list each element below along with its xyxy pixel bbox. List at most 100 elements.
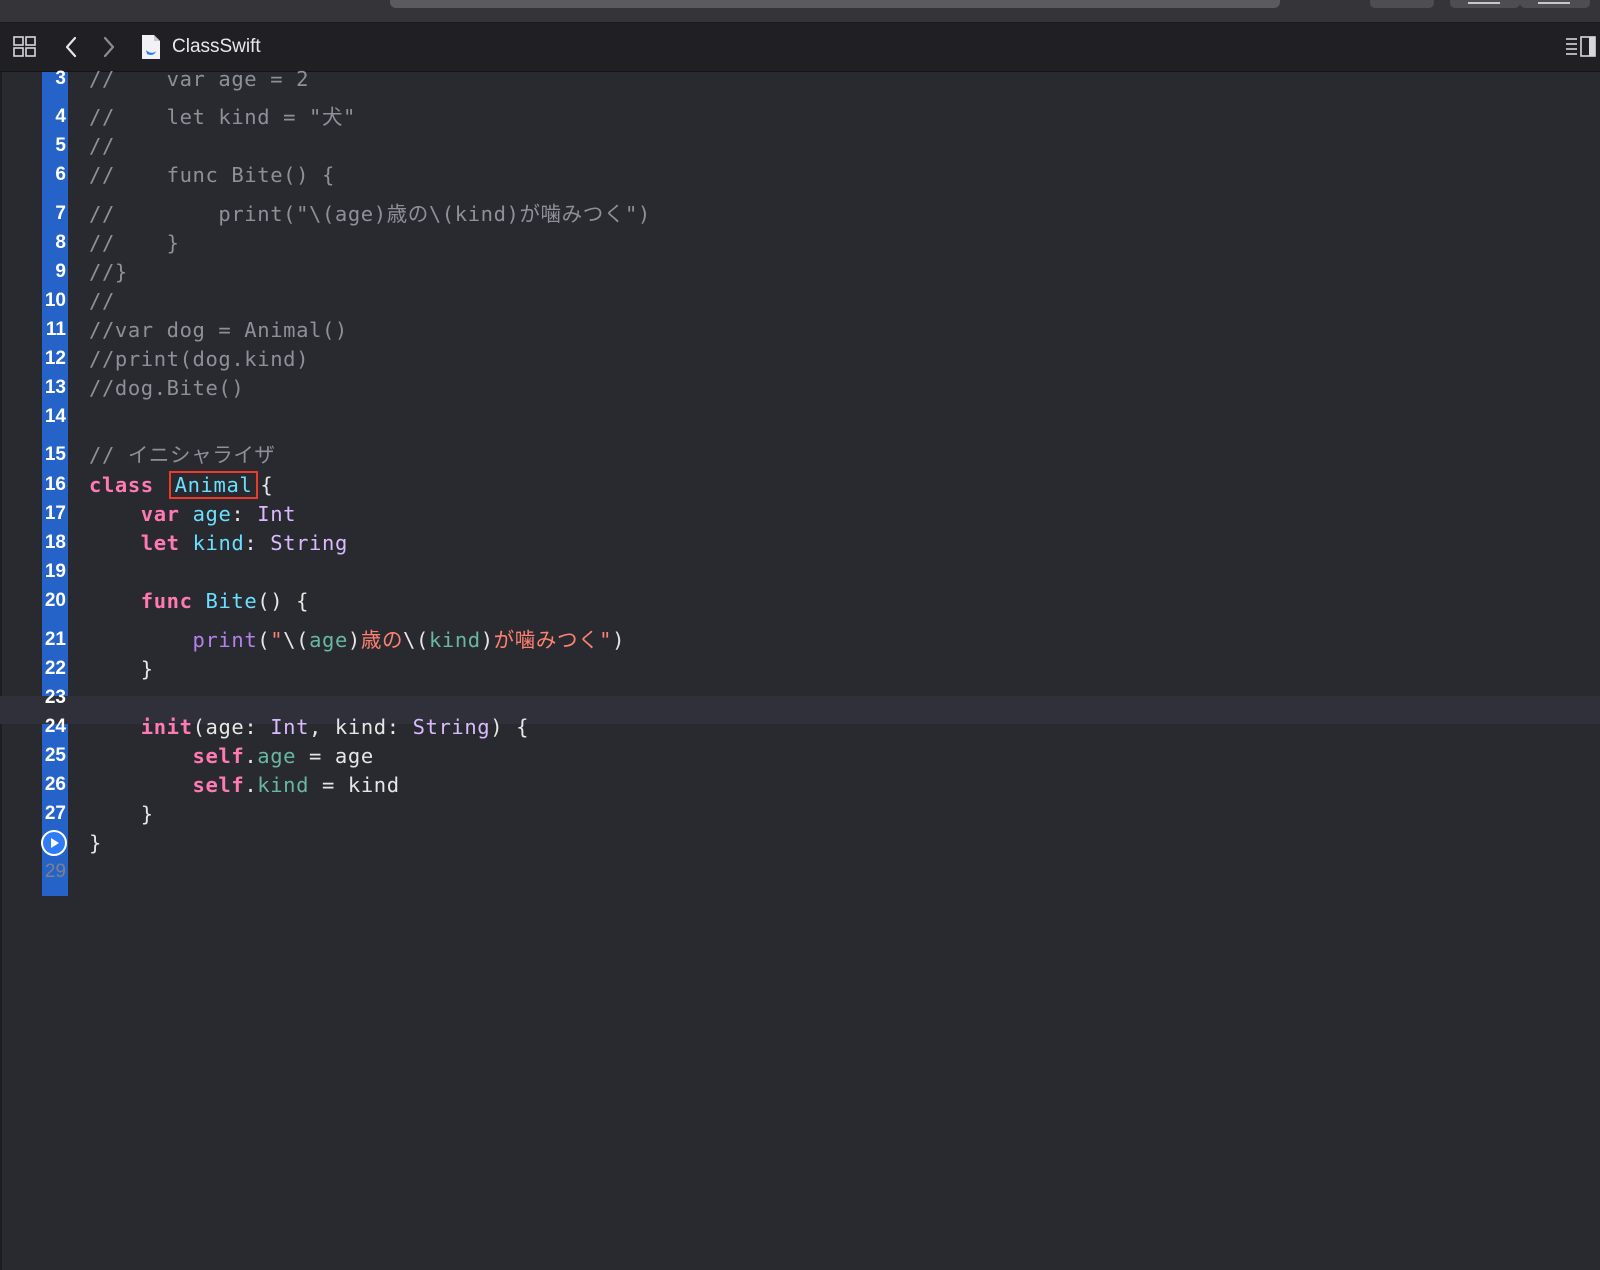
line-number: 11 bbox=[45, 319, 66, 340]
code-token: } bbox=[89, 831, 102, 855]
code-token: () { bbox=[257, 589, 310, 613]
code-line[interactable]: 9 //} bbox=[0, 257, 1600, 287]
code-token: { bbox=[260, 473, 274, 497]
code-text: // } bbox=[89, 228, 180, 258]
code-token: init bbox=[140, 715, 193, 739]
code-line[interactable]: 18 let kind: String bbox=[0, 528, 1600, 558]
code-token: //} bbox=[89, 260, 128, 284]
code-line[interactable]: 8 // } bbox=[0, 228, 1600, 258]
line-number: 10 bbox=[44, 290, 66, 311]
line-number: 3 bbox=[55, 68, 66, 89]
line-number: 7 bbox=[55, 203, 66, 224]
line-number: 13 bbox=[44, 377, 66, 398]
line-number: 8 bbox=[55, 232, 66, 253]
toolbar-layout-button[interactable] bbox=[1450, 0, 1520, 8]
code-line[interactable]: 29 bbox=[0, 857, 1600, 887]
code-token: kind bbox=[428, 628, 481, 652]
code-token: age bbox=[257, 744, 297, 768]
run-playground-icon[interactable] bbox=[41, 830, 67, 856]
code-line[interactable]: } bbox=[0, 828, 1600, 858]
code-token: . bbox=[244, 773, 258, 797]
code-token: \( bbox=[403, 628, 429, 652]
line-number: 6 bbox=[55, 164, 66, 185]
code-text: // print("\(age)歳の\(kind)が噛みつく") bbox=[89, 199, 651, 229]
chevron-left-icon[interactable] bbox=[58, 35, 84, 59]
code-text: self.kind = kind bbox=[89, 770, 400, 800]
code-token: = kind bbox=[309, 773, 400, 797]
line-number: 24 bbox=[44, 716, 66, 737]
code-text: // func Bite() { bbox=[89, 160, 335, 190]
code-line[interactable]: 3 // var age = 2 bbox=[0, 64, 1600, 94]
code-line[interactable]: 5 // bbox=[0, 131, 1600, 161]
code-token: 歳の bbox=[360, 628, 404, 652]
source-editor[interactable]: 3 // var age = 2 4 // let kind = "犬" 5 // 6 // … bbox=[0, 67, 1600, 1270]
code-line[interactable]: 15 // イニシャライザ bbox=[0, 440, 1600, 470]
code-token: ) bbox=[480, 628, 494, 652]
code-line[interactable]: 10 // bbox=[0, 286, 1600, 316]
code-text: //var dog = Animal() bbox=[89, 315, 348, 345]
code-text: // bbox=[89, 131, 115, 161]
code-line[interactable]: 19 bbox=[0, 557, 1600, 587]
code-line[interactable]: 6 // func Bite() { bbox=[0, 160, 1600, 190]
highlighted-class-name: Animal bbox=[168, 471, 259, 499]
code-token: \( bbox=[283, 628, 310, 652]
toolbar-layout-button[interactable] bbox=[1520, 0, 1590, 8]
code-token: kind bbox=[257, 773, 310, 797]
file-title[interactable]: ClassSwift bbox=[172, 36, 261, 58]
code-line[interactable]: 11 //var dog = Animal() bbox=[0, 315, 1600, 345]
code-token: String bbox=[270, 531, 348, 555]
code-token: " bbox=[270, 628, 284, 652]
code-line[interactable]: 17 var age: Int bbox=[0, 499, 1600, 529]
code-line[interactable]: 7 // print("\(age)歳の\(kind)が噛みつく") bbox=[0, 199, 1600, 229]
line-number: 26 bbox=[44, 774, 66, 795]
code-token: print bbox=[192, 628, 258, 652]
line-number: 15 bbox=[44, 444, 66, 465]
code-token: // print("\(age)歳の\(kind)が噛みつく") bbox=[89, 202, 651, 226]
code-text: } bbox=[89, 654, 154, 684]
code-line[interactable]: 25 self.age = age bbox=[0, 741, 1600, 771]
toolbar-button[interactable] bbox=[1370, 0, 1434, 8]
chevron-right-icon[interactable] bbox=[96, 35, 122, 59]
code-line[interactable]: 22 } bbox=[0, 654, 1600, 684]
code-line[interactable]: 21 print("\(age)歳の\(kind)が噛みつく") bbox=[0, 625, 1600, 655]
line-number: 20 bbox=[44, 590, 66, 611]
code-token: class bbox=[89, 473, 154, 497]
code-text: // イニシャライザ bbox=[89, 440, 276, 470]
xcode-window: ClassSwift 3 // var age = 2 4 // let kind =… bbox=[0, 0, 1600, 1270]
inspector-toggle-icon[interactable] bbox=[1564, 34, 1598, 60]
code-text: func Bite() { bbox=[89, 586, 309, 616]
line-number: 18 bbox=[44, 532, 66, 553]
code-line[interactable]: 13 //dog.Bite() bbox=[0, 373, 1600, 403]
code-token: func bbox=[140, 589, 193, 613]
line-number: 25 bbox=[44, 745, 66, 766]
code-token: age bbox=[192, 502, 232, 526]
code-token: // let kind = "犬" bbox=[89, 105, 356, 129]
code-token: ) { bbox=[490, 715, 530, 739]
code-token: ) bbox=[612, 628, 626, 652]
code-line[interactable]: 16 class Animal{ bbox=[0, 470, 1600, 500]
activity-bar bbox=[390, 0, 1280, 8]
code-token: Int bbox=[257, 502, 297, 526]
code-line[interactable]: 26 self.kind = kind bbox=[0, 770, 1600, 800]
code-text: //print(dog.kind) bbox=[89, 344, 309, 374]
code-text: // var age = 2 bbox=[89, 64, 309, 94]
line-number: 12 bbox=[44, 348, 66, 369]
code-line[interactable]: 24 init(age: Int, kind: String) { bbox=[0, 712, 1600, 742]
code-line[interactable]: 20 func Bite() { bbox=[0, 586, 1600, 616]
code-text: // let kind = "犬" bbox=[89, 102, 356, 132]
code-line[interactable]: 27 } bbox=[0, 799, 1600, 829]
code-line[interactable]: 4 // let kind = "犬" bbox=[0, 102, 1600, 132]
code-line[interactable]: 12 //print(dog.kind) bbox=[0, 344, 1600, 374]
code-token: } bbox=[89, 802, 154, 826]
swift-file-icon bbox=[138, 35, 164, 59]
code-line[interactable]: 23 bbox=[0, 683, 1600, 713]
code-line[interactable]: 14 bbox=[0, 402, 1600, 432]
code-token: age bbox=[309, 628, 348, 652]
related-items-grid-icon[interactable] bbox=[12, 35, 38, 59]
